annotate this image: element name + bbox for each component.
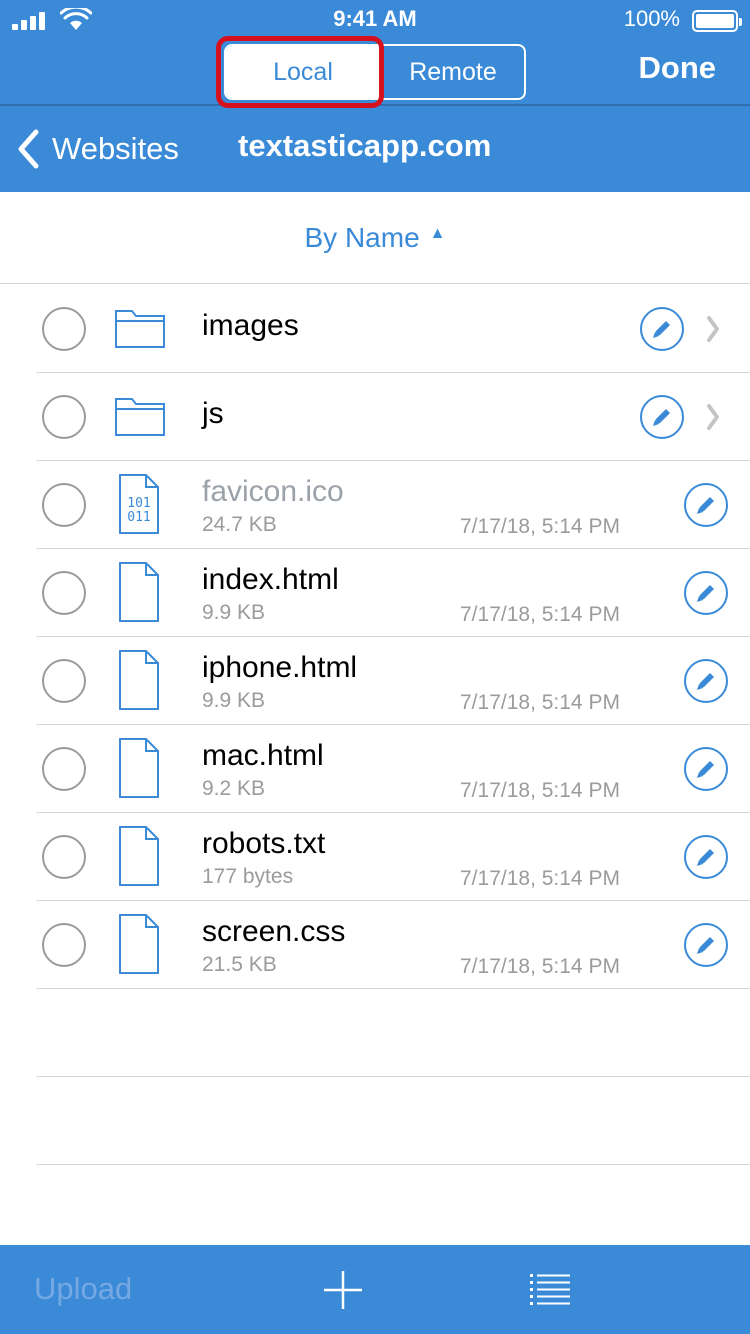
pencil-icon: [697, 937, 714, 954]
select-radio[interactable]: [42, 395, 86, 439]
edit-button[interactable]: [684, 659, 728, 703]
add-icon[interactable]: [322, 1269, 364, 1311]
binary-file-icon: 101 011: [119, 474, 159, 534]
document-icon: [119, 826, 159, 886]
chevron-right-icon: [707, 404, 719, 430]
document-icon: [119, 738, 159, 798]
item-date: 7/17/18, 5:14 PM: [460, 867, 620, 890]
file-list: images js 101 011 favicon.ico 24.7 KB 7/…: [0, 285, 750, 989]
select-radio[interactable]: [42, 307, 86, 351]
svg-text:101: 101: [127, 496, 150, 511]
list-item[interactable]: robots.txt 177 bytes 7/17/18, 5:14 PM: [36, 813, 750, 901]
item-name: screen.css: [202, 915, 346, 948]
item-name: index.html: [202, 563, 339, 596]
item-name: images: [202, 309, 299, 342]
chevron-right-icon: [707, 316, 719, 342]
svg-text:011: 011: [127, 510, 150, 525]
item-size: 9.2 KB: [202, 777, 266, 800]
sort-by-button[interactable]: By Name ▲: [0, 192, 750, 284]
sort-ascending-icon: ▲: [429, 224, 446, 242]
back-button-label: Websites: [52, 131, 179, 166]
item-name: mac.html: [202, 739, 324, 772]
list-item[interactable]: mac.html 9.2 KB 7/17/18, 5:14 PM: [36, 725, 750, 813]
battery-icon: [692, 10, 742, 32]
pencil-icon: [697, 761, 714, 778]
item-name: favicon.ico: [202, 475, 344, 508]
item-date: 7/17/18, 5:14 PM: [460, 515, 620, 538]
item-name: robots.txt: [202, 827, 326, 860]
battery-percent: 100%: [623, 6, 680, 31]
pencil-icon: [697, 497, 714, 514]
item-size: 177 bytes: [202, 865, 294, 888]
item-size: 9.9 KB: [202, 601, 266, 624]
item-date: 7/17/18, 5:14 PM: [460, 779, 620, 802]
pencil-icon: [697, 673, 714, 690]
edit-button[interactable]: [684, 835, 728, 879]
select-radio[interactable]: [42, 483, 86, 527]
select-radio[interactable]: [42, 747, 86, 791]
highlight-annotation: [216, 36, 384, 108]
folder-icon: [115, 398, 165, 436]
edit-button[interactable]: [640, 307, 684, 351]
list-item[interactable]: index.html 9.9 KB 7/17/18, 5:14 PM: [36, 549, 750, 637]
pencil-icon: [697, 849, 714, 866]
document-icon: [119, 914, 159, 974]
item-date: 7/17/18, 5:14 PM: [460, 603, 620, 626]
item-name: iphone.html: [202, 651, 358, 684]
segment-remote[interactable]: Remote: [380, 46, 524, 98]
select-radio[interactable]: [42, 923, 86, 967]
done-button[interactable]: Done: [639, 50, 717, 86]
sort-label: By Name: [304, 221, 420, 253]
item-date: 7/17/18, 5:14 PM: [460, 691, 620, 714]
bottom-toolbar: Upload: [0, 1245, 750, 1334]
back-button[interactable]: Websites: [16, 124, 179, 174]
list-item[interactable]: js: [36, 373, 750, 461]
pencil-icon: [697, 585, 714, 602]
item-name: js: [202, 397, 224, 430]
select-radio[interactable]: [42, 835, 86, 879]
item-size: 9.9 KB: [202, 689, 266, 712]
document-icon: [119, 650, 159, 710]
folder-icon: [115, 310, 165, 348]
edit-button[interactable]: [684, 571, 728, 615]
item-size: 24.7 KB: [202, 513, 277, 536]
document-icon: [119, 562, 159, 622]
edit-button[interactable]: [684, 747, 728, 791]
list-item[interactable]: iphone.html 9.9 KB 7/17/18, 5:14 PM: [36, 637, 750, 725]
chevron-left-icon: [18, 129, 39, 169]
page-title: textasticapp.com: [238, 128, 492, 163]
pencil-icon: [653, 409, 670, 426]
list-item[interactable]: screen.css 21.5 KB 7/17/18, 5:14 PM: [36, 901, 750, 989]
pencil-icon: [653, 321, 670, 338]
item-size: 21.5 KB: [202, 953, 277, 976]
select-radio[interactable]: [42, 659, 86, 703]
list-item[interactable]: images: [36, 285, 750, 373]
edit-button[interactable]: [640, 395, 684, 439]
edit-button[interactable]: [684, 483, 728, 527]
top-bar: 9:41 AM 100% Local Remote Done Websites …: [0, 0, 750, 192]
upload-button[interactable]: Upload: [34, 1271, 132, 1307]
edit-button[interactable]: [684, 923, 728, 967]
select-radio[interactable]: [42, 571, 86, 615]
empty-row-separator: [36, 1076, 750, 1077]
list-item[interactable]: 101 011 favicon.ico 24.7 KB 7/17/18, 5:1…: [36, 461, 750, 549]
list-view-icon[interactable]: [530, 1273, 570, 1307]
item-date: 7/17/18, 5:14 PM: [460, 955, 620, 978]
empty-row-separator: [36, 1164, 750, 1165]
